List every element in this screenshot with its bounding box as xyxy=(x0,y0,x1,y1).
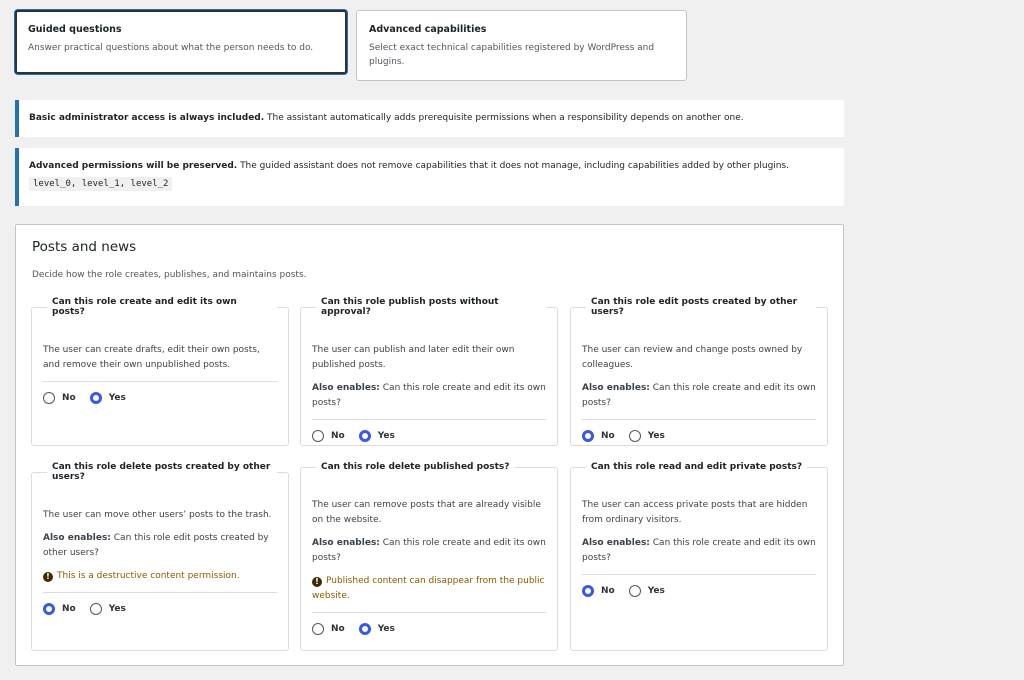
answer-radio-group: No Yes xyxy=(582,575,816,609)
notice-text: The assistant automatically adds prerequ… xyxy=(264,113,744,123)
also-enables: Also enables: Can this role create and e… xyxy=(582,381,816,411)
also-enables: Also enables: Can this role create and e… xyxy=(582,536,816,566)
also-enables-label: Also enables: xyxy=(312,538,380,548)
radio-no[interactable]: No xyxy=(312,430,345,442)
notice-strong: Basic administrator access is always inc… xyxy=(29,113,265,123)
radio-circle-icon[interactable] xyxy=(582,430,594,442)
question-edit-others-posts: Can this role edit posts created by othe… xyxy=(570,297,828,446)
radio-yes[interactable]: Yes xyxy=(358,430,395,442)
radio-circle-icon[interactable] xyxy=(43,603,55,615)
radio-yes[interactable]: Yes xyxy=(89,603,126,615)
radio-no[interactable]: No xyxy=(582,585,615,597)
radio-no[interactable]: No xyxy=(43,392,76,404)
radio-yes[interactable]: Yes xyxy=(89,392,126,404)
radio-circle-icon[interactable] xyxy=(312,430,324,442)
mode-card-advanced[interactable]: Advanced capabilities Select exact techn… xyxy=(356,10,687,81)
capability-code: level_0, level_1, level_2 xyxy=(29,177,173,191)
mode-description: Select exact technical capabilities regi… xyxy=(369,43,655,67)
question-delete-others-posts: Can this role delete posts created by ot… xyxy=(31,462,289,651)
posts-and-news-panel: Posts and news Decide how the role creat… xyxy=(15,224,844,666)
radio-circle-icon[interactable] xyxy=(89,603,102,615)
also-enables-label: Also enables: xyxy=(312,383,380,393)
question-legend: Can this role delete published posts? xyxy=(321,462,510,472)
mode-card-guided[interactable]: Guided questions Answer practical questi… xyxy=(15,10,347,74)
warning-text: Published content can disappear from the… xyxy=(312,576,545,601)
notice-strong: Advanced permissions will be preserved. xyxy=(29,161,238,171)
warning-icon: ! xyxy=(43,572,53,582)
also-enables: Also enables: Can this role create and e… xyxy=(312,536,546,566)
question-description: The user can move other users’ posts to … xyxy=(43,510,272,520)
answer-radio-group: No Yes xyxy=(582,420,816,454)
radio-label: Yes xyxy=(377,431,395,441)
question-create-edit-own-posts: Can this role create and edit its own po… xyxy=(31,297,289,446)
warning-icon: ! xyxy=(312,577,322,587)
radio-circle-icon[interactable] xyxy=(628,585,641,597)
warning-text: This is a destructive content permission… xyxy=(57,571,240,581)
also-enables-label: Also enables: xyxy=(43,533,111,543)
destructive-warning: ! This is a destructive content permissio… xyxy=(43,569,277,584)
question-description: The user can access private posts that a… xyxy=(582,500,808,525)
radio-label: No xyxy=(331,624,345,634)
question-description: The user can review and change posts own… xyxy=(582,345,803,370)
answer-radio-group: No Yes xyxy=(43,382,277,416)
question-legend: Can this role edit posts created by othe… xyxy=(591,297,798,317)
notice-admin-access: Basic administrator access is always inc… xyxy=(15,100,844,137)
radio-circle-icon[interactable] xyxy=(358,623,371,635)
question-publish-without-approval: Can this role publish posts without appr… xyxy=(300,297,558,446)
radio-circle-icon[interactable] xyxy=(628,430,641,442)
notice-text: The guided assistant does not remove cap… xyxy=(237,161,790,171)
radio-label: Yes xyxy=(377,624,395,634)
answer-radio-group: No Yes xyxy=(312,420,546,454)
radio-no[interactable]: No xyxy=(312,623,345,635)
radio-label: No xyxy=(601,586,615,596)
radio-yes[interactable]: Yes xyxy=(628,585,665,597)
question-legend: Can this role publish posts without appr… xyxy=(321,297,499,317)
mode-title: Guided questions xyxy=(28,24,122,35)
radio-label: Yes xyxy=(647,431,665,441)
radio-label: No xyxy=(331,431,345,441)
radio-label: Yes xyxy=(108,393,126,403)
radio-no[interactable]: No xyxy=(43,603,76,615)
destructive-warning: ! Published content can disappear from th… xyxy=(312,574,546,604)
question-legend: Can this role delete posts created by ot… xyxy=(52,462,271,482)
also-enables-label: Also enables: xyxy=(582,383,650,393)
radio-yes[interactable]: Yes xyxy=(358,623,395,635)
question-legend: Can this role read and edit private post… xyxy=(591,462,803,472)
radio-label: No xyxy=(601,431,615,441)
radio-circle-icon[interactable] xyxy=(312,623,324,635)
mode-description: Answer practical questions about what th… xyxy=(28,43,314,53)
radio-label: Yes xyxy=(647,586,665,596)
radio-yes[interactable]: Yes xyxy=(628,430,665,442)
section-description: Decide how the role creates, publishes, … xyxy=(32,270,307,280)
question-read-edit-private-posts: Can this role read and edit private post… xyxy=(570,462,828,651)
notice-preserved: Advanced permissions will be preserved. … xyxy=(15,148,844,206)
question-description: The user can publish and later edit thei… xyxy=(312,345,515,370)
mode-title: Advanced capabilities xyxy=(369,24,487,35)
radio-label: No xyxy=(62,604,76,614)
question-description: The user can remove posts that are alrea… xyxy=(312,500,541,525)
question-legend: Can this role create and edit its own po… xyxy=(52,297,237,317)
also-enables: Also enables: Can this role edit posts c… xyxy=(43,531,277,561)
also-enables: Also enables: Can this role create and e… xyxy=(312,381,546,411)
radio-no[interactable]: No xyxy=(582,430,615,442)
also-enables-label: Also enables: xyxy=(582,538,650,548)
radio-circle-icon[interactable] xyxy=(43,392,55,404)
radio-circle-icon[interactable] xyxy=(582,585,594,597)
answer-radio-group: No Yes xyxy=(312,613,546,647)
radio-circle-icon[interactable] xyxy=(89,392,102,404)
radio-circle-icon[interactable] xyxy=(358,430,371,442)
answer-radio-group: No Yes xyxy=(43,593,277,627)
radio-label: Yes xyxy=(108,604,126,614)
radio-label: No xyxy=(62,393,76,403)
section-title: Posts and news xyxy=(32,239,137,255)
question-description: The user can create drafts, edit their o… xyxy=(43,345,260,370)
question-delete-published-posts: Can this role delete published posts? Th… xyxy=(300,462,558,651)
